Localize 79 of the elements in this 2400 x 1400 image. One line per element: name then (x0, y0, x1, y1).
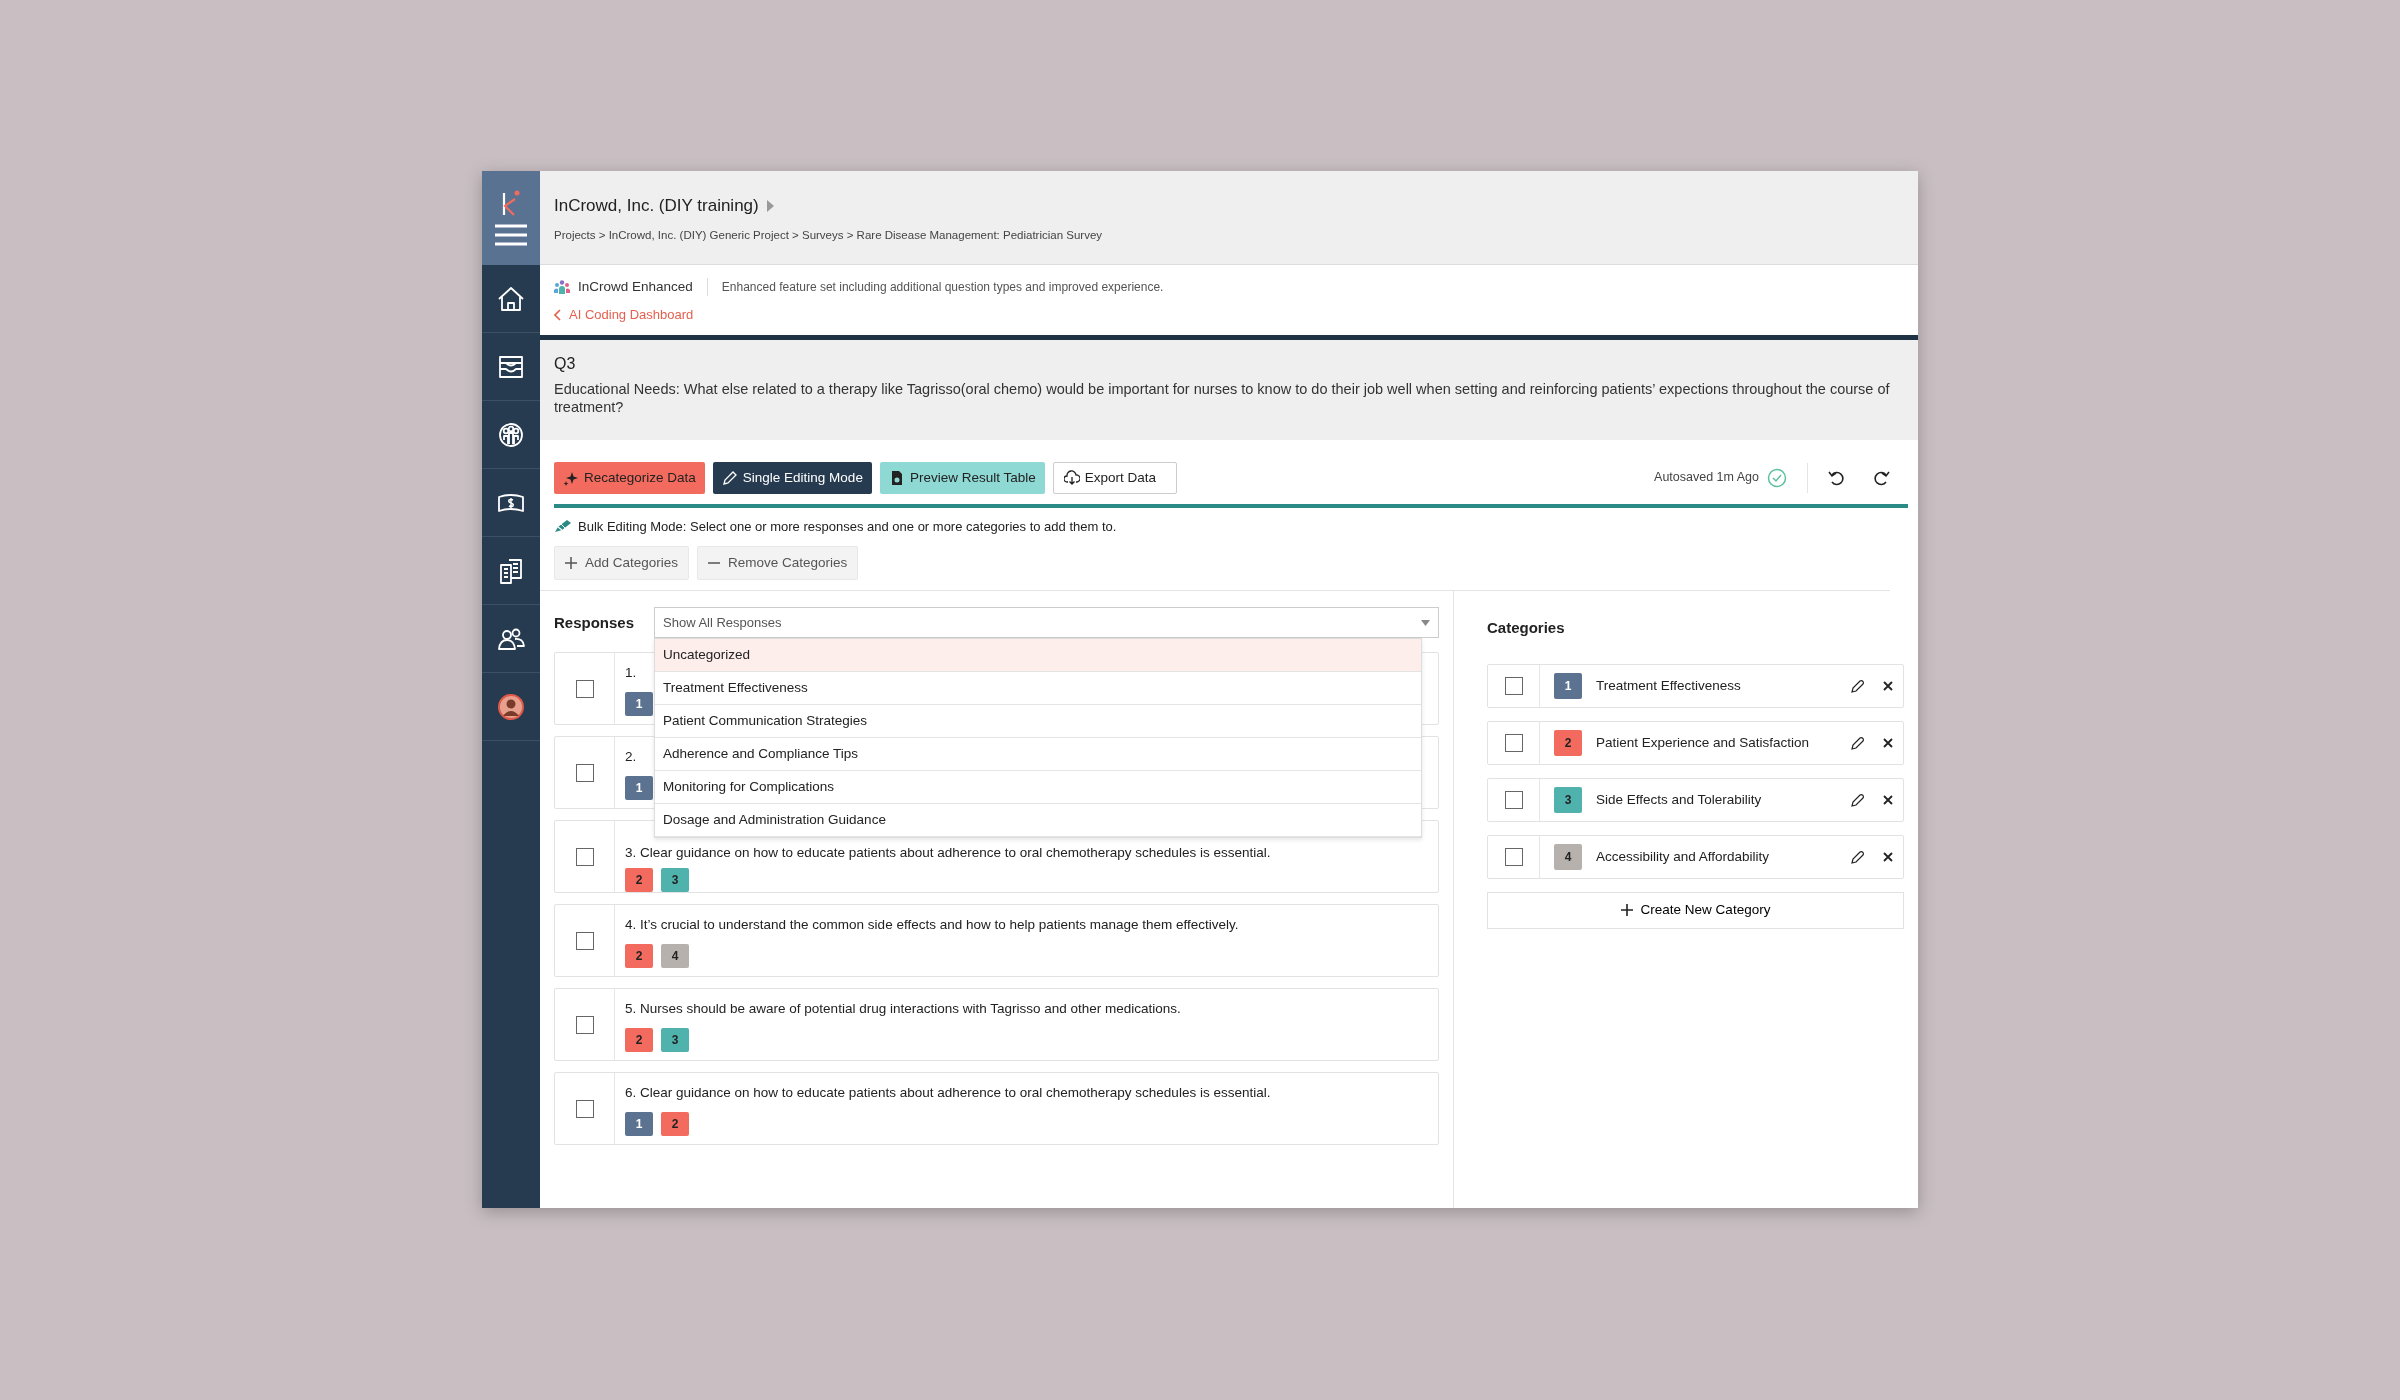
category-tag: 4 (661, 943, 689, 968)
people-icon (554, 280, 570, 295)
category-name: Patient Experience and Satisfaction (1596, 733, 1811, 752)
response-text: 4. It’s crucial to understand the common side effects and how to help patients manage them effectively. (625, 916, 1239, 935)
pencil-icon[interactable] (1851, 678, 1865, 693)
category-tag: 1 (625, 691, 653, 716)
checkbox[interactable] (575, 847, 594, 866)
export-button[interactable]: Export Data (1052, 462, 1177, 494)
category-number: 4 (1554, 843, 1582, 870)
response-text: 2. (625, 748, 638, 767)
category-tag: 2 (625, 1027, 653, 1052)
pencil-icon[interactable] (1851, 849, 1865, 864)
add-categories-button[interactable]: Add Categories (554, 546, 690, 581)
cloud-download-icon (1063, 469, 1080, 486)
response-text: 3. Clear guidance on how to educate patients about adherence to oral chemotherapy schedules is essential. (625, 844, 1271, 863)
dropdown-option[interactable]: Monitoring for Complications (655, 771, 1421, 805)
checkbox[interactable] (575, 679, 594, 698)
checkbox[interactable] (575, 763, 594, 782)
feature-name: InCrowd Enhanced (578, 278, 693, 296)
categories-heading: Categories (1487, 618, 1566, 639)
category-number: 2 (1554, 729, 1582, 756)
avatar[interactable] (498, 693, 524, 720)
category-tag: 1 (625, 775, 653, 800)
category-name: Accessibility and Affordability (1596, 847, 1771, 866)
dropdown-option[interactable]: Treatment Effectiveness (655, 672, 1421, 706)
breadcrumb: Projects > InCrowd, Inc. (DIY) Generic Project > Surveys > Rare Disease Management: Pediatrician Survey (554, 227, 1104, 243)
autosave-status: Autosaved 1m Ago (1654, 469, 1759, 487)
checkbox[interactable] (575, 1015, 594, 1034)
category-tag: 2 (625, 867, 653, 892)
project-title: InCrowd, Inc. (DIY training) (554, 195, 759, 217)
category-tag: 1 (625, 1111, 653, 1136)
back-link[interactable]: AI Coding Dashboard (569, 305, 694, 325)
question-number: Q3 (554, 354, 577, 374)
toolbar-button[interactable]: Single Editing Mode (712, 462, 872, 494)
responses-heading: Responses (554, 612, 636, 633)
menu-icon[interactable] (494, 224, 528, 246)
close-icon[interactable] (1883, 851, 1893, 862)
remove-categories-button[interactable]: Remove Categories (697, 546, 859, 581)
pencils-icon (554, 519, 572, 534)
plus-icon (1620, 904, 1633, 917)
question-text: Educational Needs: What else related to a therapy like Tagrisso(oral chemo) would be important for nurses to know to do their job well when setting and reinforcing patients’ expections throughout the course of treatment? (554, 380, 1891, 417)
checkbox[interactable] (1504, 847, 1523, 866)
check-circle-icon (1767, 467, 1787, 488)
toolbar-button[interactable]: Preview Result Table (879, 462, 1045, 494)
checkbox[interactable] (575, 1099, 594, 1118)
pencil-icon (721, 469, 738, 486)
checkbox[interactable] (575, 931, 594, 950)
response-text: 1. (625, 664, 638, 683)
category-name: Treatment Effectiveness (1596, 676, 1742, 695)
category-tag: 3 (661, 867, 689, 892)
logo-icon[interactable] (500, 190, 522, 216)
feature-description: Enhanced feature set including additional question types and improved experience. (706, 278, 1164, 297)
dropdown-option[interactable]: Adherence and Compliance Tips (655, 738, 1421, 772)
category-tag: 2 (661, 1111, 689, 1136)
pencil-icon[interactable] (1851, 792, 1865, 807)
dropdown-option[interactable]: Dosage and Administration Guidance (655, 804, 1421, 838)
close-icon[interactable] (1883, 794, 1893, 805)
checkbox[interactable] (1504, 676, 1523, 695)
response-text: 6. Clear guidance on how to educate patients about adherence to oral chemotherapy schedules is essential. (625, 1084, 1271, 1103)
category-name: Side Effects and Tolerability (1596, 790, 1763, 809)
dropdown-option[interactable]: Patient Communication Strategies (655, 705, 1421, 739)
response-text: 5. Nurses should be aware of potential drug interactions with Tagrisso and other medications. (625, 1000, 1181, 1019)
caret-down-icon (1421, 619, 1430, 626)
category-tag: 2 (625, 943, 653, 968)
plus-icon (565, 557, 577, 570)
checkbox[interactable] (1504, 733, 1523, 752)
dropdown-option[interactable]: Uncategorized (655, 639, 1421, 673)
checkbox[interactable] (1504, 790, 1523, 809)
pencil-icon[interactable] (1851, 735, 1865, 750)
category-number: 1 (1554, 672, 1582, 699)
bulk-mode-note: Bulk Editing Mode: Select one or more responses and one or more categories to add them to. (578, 517, 1117, 536)
close-icon[interactable] (1883, 737, 1893, 748)
close-icon[interactable] (1883, 680, 1893, 691)
filter-dropdown[interactable]: Show All Responses (654, 607, 1439, 639)
back-icon[interactable] (554, 309, 561, 321)
category-tag: 3 (661, 1027, 689, 1052)
create-category-button[interactable]: Create New Category (1487, 891, 1904, 929)
category-number: 3 (1554, 786, 1582, 813)
toolbar-button[interactable]: Recategorize Data (554, 462, 705, 494)
